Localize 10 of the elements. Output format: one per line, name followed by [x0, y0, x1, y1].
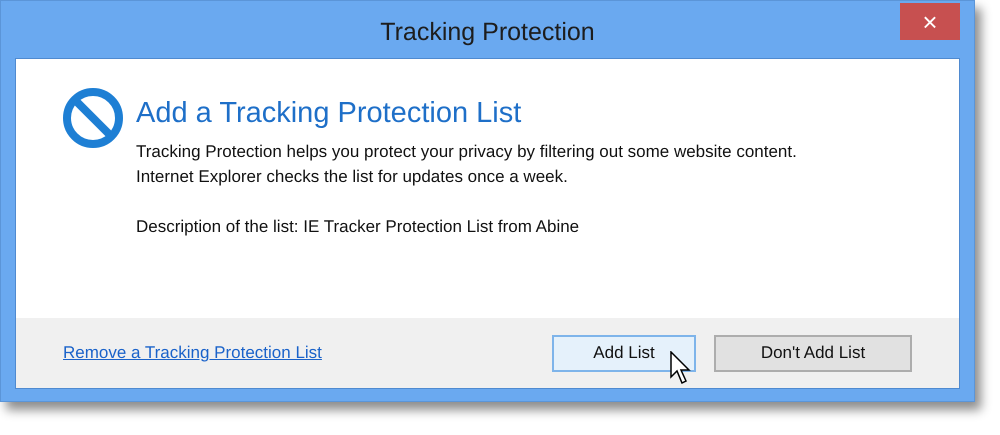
- dialog-button[interactable]: Add List: [552, 334, 696, 372]
- close-button[interactable]: ×: [900, 3, 960, 40]
- list-description: Description of the list: IE Tracker Protection List from Abine: [136, 216, 580, 238]
- dialog-button[interactable]: Don't Add List: [714, 334, 912, 372]
- blocked-icon: [62, 87, 124, 149]
- cursor-icon: [670, 350, 692, 384]
- description-text: Tracking Protection helps you protect your privacy by filtering out some website content. Internet Explorer checks the list for updates once a week.: [136, 141, 798, 188]
- remove-list-link[interactable]: Remove a Tracking Protection List: [63, 340, 322, 366]
- dialog-heading: Add a Tracking Protection List: [136, 96, 522, 131]
- window-title: Tracking Protection: [380, 17, 595, 48]
